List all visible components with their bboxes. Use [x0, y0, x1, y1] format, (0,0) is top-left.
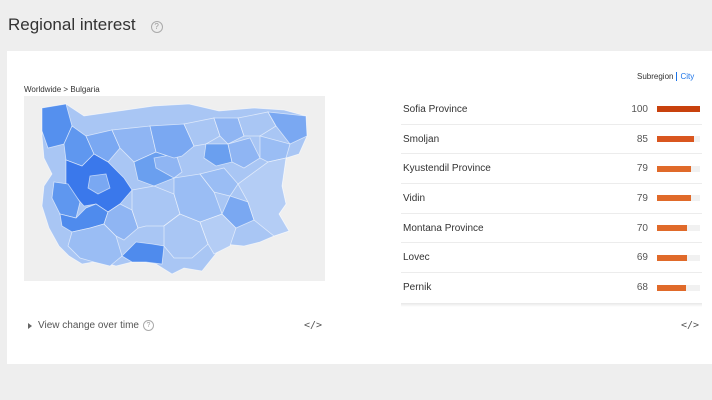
region-name: Vidin: [403, 192, 426, 204]
region-value: 79: [636, 163, 648, 175]
region-value: 100: [631, 103, 648, 115]
interest-bar-track: [657, 254, 700, 261]
region-ranking-list: Sofia Province 100 Smoljan 85 Kyustendil…: [401, 95, 702, 303]
regional-interest-card: Worldwide > Bulgaria View change over ti…: [7, 51, 712, 364]
help-icon[interactable]: ?: [142, 320, 154, 331]
list-scroll-shadow: [401, 303, 702, 307]
region-name: Lovec: [403, 252, 430, 264]
view-change-label: View change over time: [38, 320, 139, 331]
expand-triangle-icon: [28, 322, 32, 329]
list-item[interactable]: Sofia Province 100: [401, 95, 702, 125]
region-value: 68: [636, 282, 648, 294]
interest-bar-track: [657, 195, 700, 202]
resolution-toggle: Subregion City: [637, 72, 694, 81]
region-name: Pernik: [403, 282, 432, 294]
interest-bar-fill: [657, 254, 687, 261]
interest-bar-fill: [657, 225, 688, 232]
region-name: Smoljan: [403, 133, 440, 145]
region-name: Sofia Province: [403, 103, 468, 115]
region-value: 79: [636, 192, 648, 204]
list-item[interactable]: Pernik 68: [401, 273, 702, 303]
interest-bar-track: [657, 136, 700, 143]
interest-bar-track: [657, 165, 700, 172]
interest-bar-fill: [657, 106, 700, 113]
list-item[interactable]: Vidin 79: [401, 184, 702, 214]
subregion-option[interactable]: Subregion: [637, 72, 673, 81]
embed-code-icon[interactable]: </>: [304, 320, 322, 331]
section-title: Regional interest: [8, 15, 136, 34]
bulgaria-map-svg: [41, 103, 308, 275]
interest-bar-track: [657, 284, 700, 291]
list-item[interactable]: Kyustendil Province 79: [401, 154, 702, 185]
interest-bar-fill: [657, 195, 691, 202]
breadcrumb[interactable]: Worldwide > Bulgaria: [24, 85, 100, 94]
list-item[interactable]: Montana Province 70: [401, 214, 702, 244]
list-item[interactable]: Smoljan 85: [401, 125, 702, 155]
section-header: Regional interest ?: [8, 15, 163, 35]
help-icon[interactable]: ?: [150, 20, 163, 33]
interest-bar-track: [657, 225, 700, 232]
interest-bar-fill: [657, 136, 694, 143]
interest-bar-track: [657, 106, 700, 113]
toggle-divider: [676, 72, 678, 81]
region-name: Kyustendil Province: [403, 163, 491, 175]
region-value: 70: [636, 222, 648, 234]
view-change-toggle[interactable]: View change over time ?: [28, 320, 154, 331]
region-map[interactable]: [24, 96, 325, 281]
region-value: 85: [636, 133, 648, 145]
interest-bar-fill: [657, 284, 687, 291]
interest-bar-fill: [657, 165, 691, 172]
list-item[interactable]: Lovec 69: [401, 243, 702, 274]
city-option[interactable]: City: [680, 72, 694, 81]
region-value: 69: [636, 252, 648, 264]
embed-code-icon[interactable]: </>: [681, 320, 699, 331]
region-name: Montana Province: [403, 222, 484, 234]
